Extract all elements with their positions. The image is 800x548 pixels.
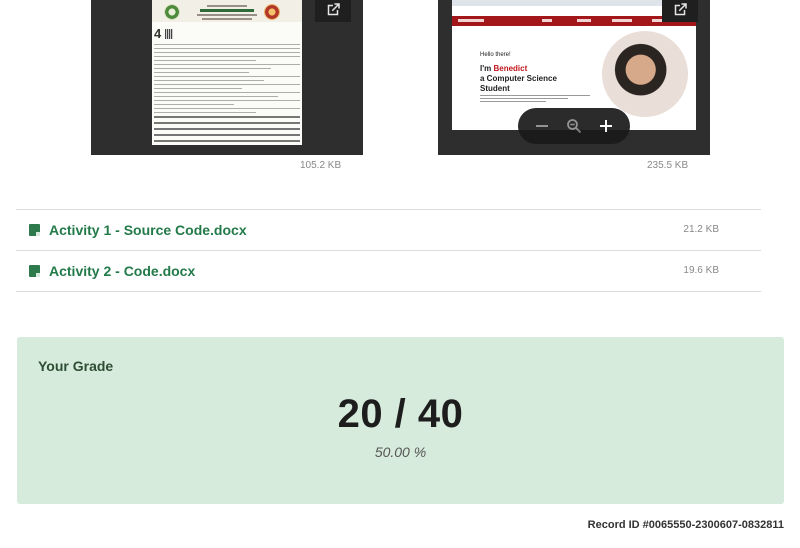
grade-card: Your Grade 20 / 40 50.00 % [17,337,784,504]
grade-title: Your Grade [38,358,114,374]
file-list: Activity 1 - Source Code.docx 21.2 KB Ac… [16,209,761,292]
file-size: 21.2 KB [683,224,719,235]
seal-icon [264,4,280,20]
grade-percent: 50.00 % [374,444,427,460]
zoom-reset-icon [567,119,582,134]
open-in-new-button[interactable] [315,0,351,22]
attachment-size: 235.5 KB [647,160,689,171]
seal-icon [164,4,180,20]
record-id: Record ID #0065550-2300607-0832811 [587,519,784,531]
site-greeting: Hello there! [480,52,511,58]
attachment-preview-2[interactable]: Hello there! I'm Benedict a Computer Sci… [438,0,710,155]
zoom-controls [518,108,630,144]
attachment-size: 105.2 KB [300,160,342,171]
file-row: Activity 1 - Source Code.docx 21.2 KB [16,210,761,251]
file-size: 19.6 KB [683,265,719,276]
profile-photo [602,31,688,117]
open-in-new-icon [674,3,687,16]
document-icon [29,224,40,236]
document-thumbnail: 4 [152,0,302,145]
file-link[interactable]: Activity 2 - Code.docx [49,263,195,279]
zoom-out-icon [536,125,548,127]
file-link[interactable]: Activity 1 - Source Code.docx [49,222,247,238]
zoom-in-icon [600,120,612,132]
grade-score: 20 / 40 [337,392,464,436]
zoom-in-button[interactable] [595,115,617,137]
open-in-new-icon [327,3,340,16]
file-row: Activity 2 - Code.docx 19.6 KB [16,251,761,292]
qr-code-icon [165,29,173,39]
zoom-out-button[interactable] [531,115,553,137]
document-icon [29,265,40,277]
site-intro: I'm Benedict a Computer Science Student [480,64,557,93]
open-in-new-button[interactable] [662,0,698,22]
zoom-reset-button[interactable] [563,115,585,137]
attachment-preview-1[interactable]: 4 [91,0,363,155]
